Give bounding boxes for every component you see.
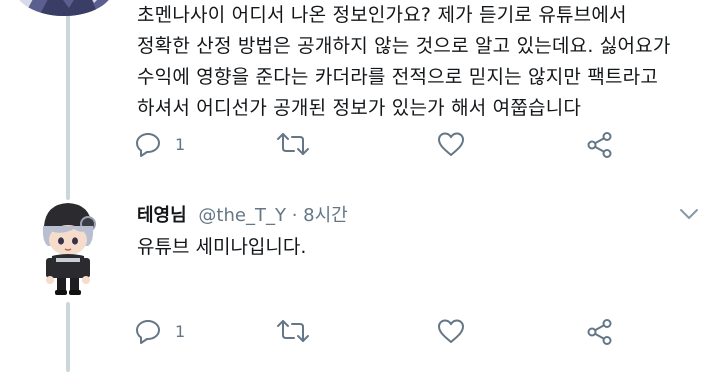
retweet-button[interactable] (276, 131, 310, 157)
thread-line-bottom (66, 302, 70, 372)
reply-icon (136, 320, 160, 344)
thread-line-top (66, 10, 70, 200)
tweet-actions-reply: 1 (135, 318, 635, 348)
chevron-down-icon (680, 209, 698, 219)
retweet-icon (277, 320, 309, 342)
like-icon (438, 132, 464, 156)
tweet-line: 초멘나사이 어디서 나온 정보인가요? 제가 듣기로 유튜브에서 (137, 4, 627, 26)
avatar[interactable] (14, 0, 114, 16)
avatar[interactable] (30, 196, 106, 296)
tweet-line: 하셔서 어디선가 공개된 정보가 있는가 해서 여쭙습니다 (137, 97, 582, 119)
share-icon (587, 132, 612, 158)
reply-button[interactable]: 1 (135, 318, 185, 344)
tweet-line: 수익에 영향을 준다는 카더라를 전적으로 믿지는 않지만 팩트라고 (137, 66, 659, 88)
reply-button[interactable]: 1 (135, 131, 185, 157)
user-handle[interactable]: @the_T_Y (198, 205, 286, 226)
tweet-menu-button[interactable] (678, 206, 700, 225)
share-button[interactable] (586, 318, 614, 346)
like-button[interactable] (437, 318, 465, 344)
tweet-body-prev: 초멘나사이 어디서 나온 정보인가요? 제가 듣기로 유튜브에서 정확한 산정 … (137, 0, 707, 124)
tweet-actions-prev: 1 (135, 131, 635, 161)
retweet-icon (277, 133, 309, 155)
display-name[interactable]: 테영님 (137, 205, 187, 226)
timestamp[interactable]: 8시간 (303, 205, 348, 226)
reply-count: 1 (175, 321, 186, 341)
share-button[interactable] (586, 131, 614, 159)
like-button[interactable] (437, 131, 465, 157)
retweet-button[interactable] (276, 318, 310, 344)
tweet-line: 정확한 산정 방법은 공개하지 않는 것으로 알고 있는데요. 싫어요가 (137, 35, 671, 57)
tweet-header: 테영님 @the_T_Y · 8시간 (137, 201, 348, 227)
separator-dot: · (291, 205, 298, 226)
reply-icon (136, 133, 160, 157)
tweet-body-reply: 유튜브 세미나입니다. (137, 236, 307, 258)
like-icon (438, 319, 464, 343)
share-icon (587, 319, 612, 345)
reply-count: 1 (175, 134, 186, 154)
